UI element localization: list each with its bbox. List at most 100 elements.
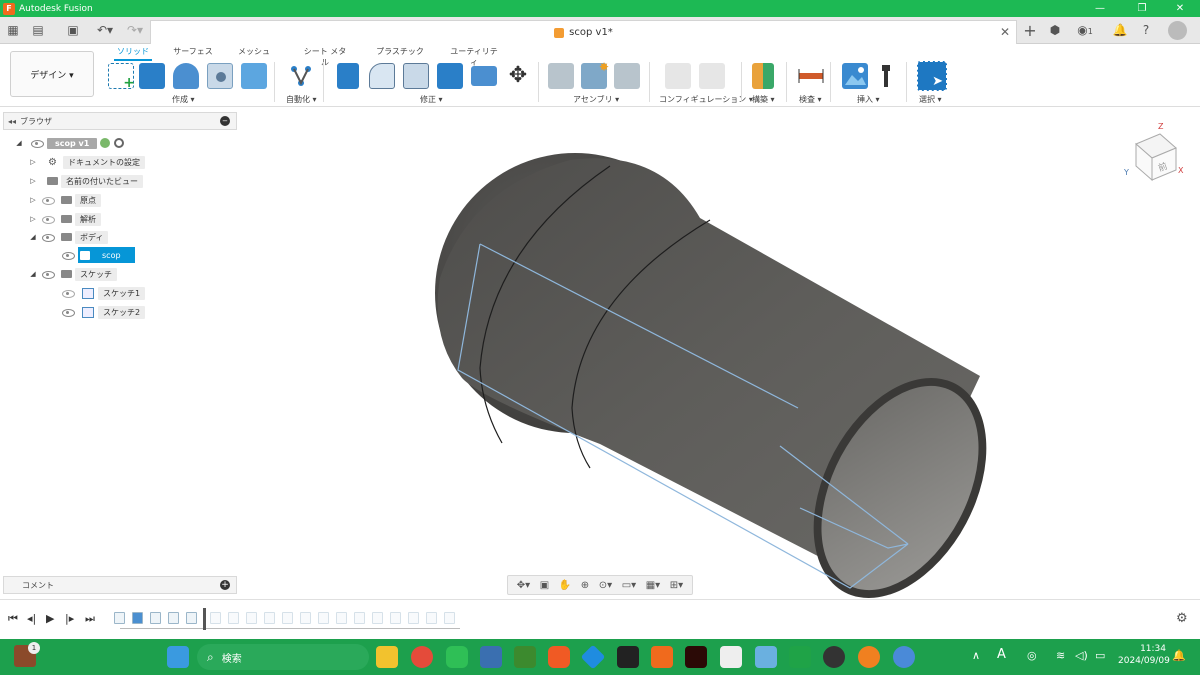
visibility-eye-icon[interactable] [61, 308, 75, 317]
radio-indicator-icon[interactable] [114, 138, 125, 148]
press-pull-icon[interactable] [337, 63, 359, 89]
weather-widget-icon[interactable]: 1 [14, 642, 40, 667]
expand-arrow-icon[interactable]: ◢ [14, 139, 24, 147]
tree-item-bodies[interactable]: ◢ ボディ [28, 229, 109, 245]
help-icon[interactable]: ? [1136, 21, 1156, 40]
configuration-table-icon[interactable] [699, 63, 725, 89]
timeline-feature-suppressed[interactable] [264, 612, 275, 624]
group-assemble[interactable]: アセンブリ ▾ [573, 94, 619, 105]
sheets-icon[interactable] [789, 646, 811, 668]
timeline-feature-suppressed[interactable] [336, 612, 347, 624]
new-component-icon[interactable] [548, 63, 574, 89]
tab-surface[interactable]: サーフェス [172, 46, 214, 57]
maximize-button[interactable]: ❐ [1122, 0, 1162, 17]
save-icon[interactable]: ▣ [63, 21, 83, 40]
tree-item-sketch1[interactable]: スケッチ1 [58, 285, 146, 301]
battery-icon[interactable]: ▭ [1095, 649, 1105, 662]
file-explorer-icon[interactable] [376, 646, 398, 668]
fusion-taskbar-icon[interactable] [651, 646, 673, 668]
viewcube[interactable]: 前 Z X Y [1122, 122, 1184, 184]
as-built-joint-icon[interactable] [614, 63, 640, 89]
taskbar-search[interactable]: ⌕ 検索 [197, 644, 369, 670]
visibility-eye-icon[interactable] [41, 233, 55, 242]
fit-icon[interactable]: ⊙▾ [599, 580, 612, 591]
move-icon[interactable]: ✥ [505, 63, 531, 89]
tree-item-analysis[interactable]: ▷ 解析 [28, 211, 101, 227]
go-to-end-icon[interactable]: ⏭ [85, 612, 95, 626]
timeline-feature-suppressed[interactable] [390, 612, 401, 624]
chrome-icon[interactable] [411, 646, 433, 668]
expand-arrow-icon[interactable]: ▷ [28, 158, 38, 166]
volume-icon[interactable]: ◁) [1075, 649, 1088, 662]
extensions-icon[interactable]: ⬢ [1045, 21, 1065, 40]
3d-viewport[interactable] [240, 108, 1200, 598]
notification-bell-icon[interactable]: 🔔 [1172, 649, 1186, 662]
group-create[interactable]: 作成 ▾ [172, 94, 195, 105]
app-icon[interactable] [823, 646, 845, 668]
unity-icon[interactable] [617, 646, 639, 668]
pan-icon[interactable]: ✋ [559, 580, 571, 591]
tab-scop[interactable]: scop v1* ✕ [150, 20, 1017, 44]
timeline-feature-suppressed[interactable] [300, 612, 311, 624]
shell-icon[interactable] [241, 63, 267, 89]
zoom-icon[interactable]: ⊕ [581, 580, 589, 591]
browser-panel-header[interactable]: ◂◂ ブラウザ − [3, 112, 237, 130]
timeline-feature-revolve[interactable] [132, 612, 143, 624]
workspace-switcher[interactable]: デザイン ▾ [10, 51, 94, 97]
new-tab-icon[interactable]: + [1020, 21, 1040, 40]
revolve-icon[interactable] [173, 63, 199, 89]
play-icon[interactable]: ▶ [46, 612, 54, 625]
timeline-feature-suppressed[interactable] [354, 612, 365, 624]
line-app-icon[interactable] [446, 646, 468, 668]
job-status-icon[interactable]: ◉1 [1072, 21, 1098, 40]
tab-solid[interactable]: ソリッド [114, 46, 152, 61]
minimize-button[interactable]: — [1080, 0, 1120, 17]
collapse-panel-icon[interactable]: ◂◂ [8, 117, 20, 126]
timeline-feature-suppressed[interactable] [444, 612, 455, 624]
expand-arrow-icon[interactable]: ▷ [28, 196, 38, 204]
model-canvas[interactable] [240, 108, 1200, 598]
panel-toggle-icon[interactable]: − [220, 116, 230, 126]
visibility-eye-icon[interactable] [61, 251, 75, 260]
undo-icon[interactable]: ↶▾ [92, 21, 118, 40]
root-component-label[interactable]: scop v1 [47, 137, 98, 149]
timeline-feature[interactable] [150, 612, 161, 624]
timeline-feature-suppressed[interactable] [210, 612, 221, 624]
hole-icon[interactable] [207, 63, 233, 89]
close-tab-button[interactable]: ✕ [1000, 25, 1010, 39]
go-to-start-icon[interactable]: ⏮ [8, 612, 18, 626]
tree-item-origin[interactable]: ▷ 原点 [28, 192, 101, 208]
tree-item-document-settings[interactable]: ▷ ⚙ ドキュメントの設定 [28, 154, 145, 170]
timeline-feature-suppressed[interactable] [372, 612, 383, 624]
timeline-settings-gear-icon[interactable]: ⚙ [1176, 611, 1188, 626]
app-icon[interactable] [480, 646, 502, 668]
timeline-feature-suppressed[interactable] [228, 612, 239, 624]
group-construct[interactable]: 構築 ▾ [752, 94, 775, 105]
close-window-button[interactable]: ✕ [1160, 0, 1200, 17]
combine-icon[interactable] [437, 63, 463, 89]
timeline-feature-sketch[interactable] [114, 612, 125, 624]
look-at-icon[interactable]: ▣ [540, 580, 549, 591]
group-configure[interactable]: コンフィギュレーション ▾ [659, 94, 753, 105]
timeline-feature-sketch[interactable] [186, 612, 197, 624]
illustrator-icon[interactable] [685, 646, 707, 668]
minecraft-icon[interactable] [514, 646, 536, 668]
step-back-icon[interactable]: ◂| [27, 612, 36, 625]
brave-icon[interactable] [548, 646, 570, 668]
app-icon[interactable] [755, 646, 777, 668]
timeline-feature-suppressed[interactable] [426, 612, 437, 624]
tray-expand-icon[interactable]: ∧ [972, 649, 980, 662]
language-indicator[interactable]: A [997, 647, 1006, 662]
visibility-eye-icon[interactable] [41, 215, 55, 224]
measure-icon[interactable] [798, 63, 824, 89]
avatar[interactable] [1168, 21, 1187, 40]
configure-icon[interactable] [665, 63, 691, 89]
file-menu-icon[interactable]: ▤ [28, 21, 48, 40]
add-comment-icon[interactable]: + [220, 580, 230, 590]
joint-icon[interactable]: ✸ [581, 60, 609, 89]
visibility-eye-icon[interactable] [41, 270, 55, 279]
chrome-profile-icon[interactable] [893, 646, 915, 668]
insert-fastener-icon[interactable] [880, 63, 892, 89]
notification-icon[interactable]: 🔔 [1110, 21, 1130, 40]
step-forward-icon[interactable]: |▸ [65, 612, 74, 625]
